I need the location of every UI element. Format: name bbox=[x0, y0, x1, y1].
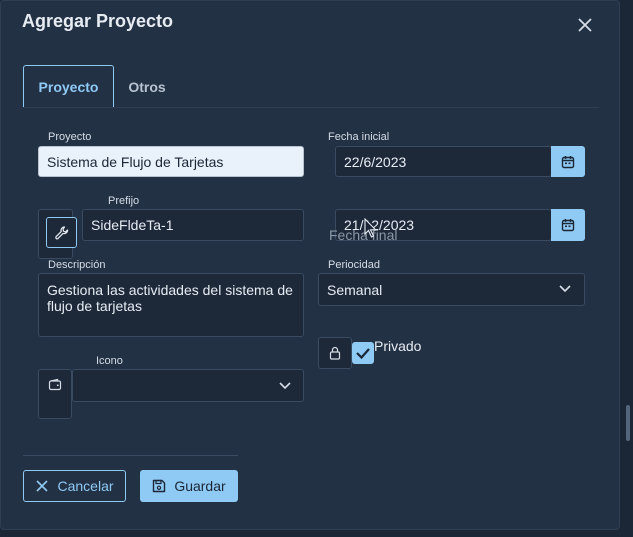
project-input[interactable]: Sistema de Flujo de Tarjetas bbox=[38, 146, 304, 177]
close-icon bbox=[578, 18, 592, 32]
close-icon bbox=[36, 480, 49, 492]
icon-label: Icono bbox=[96, 355, 123, 367]
calendar-icon bbox=[561, 155, 575, 168]
description-textarea[interactable]: Gestiona las actividades del sistema de … bbox=[38, 273, 304, 337]
start-date-label: Fecha inicial bbox=[328, 131, 390, 143]
periodicity-value: Semanal bbox=[327, 281, 383, 298]
scrollbar-thumb[interactable] bbox=[626, 405, 630, 441]
save-label: Guardar bbox=[174, 478, 226, 494]
prefix-tool-button[interactable] bbox=[46, 217, 77, 248]
prefix-input[interactable]: SideFldeTa-1 bbox=[82, 209, 304, 241]
chevron-down-icon bbox=[279, 382, 291, 390]
save-button[interactable]: Guardar bbox=[140, 470, 238, 502]
tab-divider bbox=[23, 107, 599, 108]
cancel-button[interactable]: Cancelar bbox=[23, 470, 126, 502]
calendar-icon bbox=[561, 219, 575, 232]
footer-divider bbox=[23, 455, 238, 456]
end-date-picker-button[interactable] bbox=[551, 209, 585, 241]
close-button[interactable] bbox=[576, 16, 594, 34]
wrench-icon bbox=[54, 225, 68, 239]
tab-proyecto[interactable]: Proyecto bbox=[23, 65, 114, 108]
lock-icon-box bbox=[318, 337, 352, 369]
private-label: Privado bbox=[374, 338, 422, 354]
private-checkbox[interactable] bbox=[352, 342, 374, 364]
lock-icon bbox=[329, 346, 341, 360]
icon-select[interactable] bbox=[72, 369, 304, 402]
prefix-label: Prefijo bbox=[108, 195, 140, 207]
start-date-picker-button[interactable] bbox=[551, 146, 585, 177]
dialog-title: Agregar Proyecto bbox=[22, 11, 174, 31]
mouse-cursor-icon bbox=[364, 218, 377, 238]
tab-otros[interactable]: Otros bbox=[114, 65, 180, 108]
start-date-input[interactable]: 22/6/2023 bbox=[335, 146, 552, 177]
periodicity-select[interactable]: Semanal bbox=[318, 273, 585, 306]
icon-box bbox=[38, 369, 72, 419]
project-label: Proyecto bbox=[48, 131, 92, 143]
description-label: Descripción bbox=[48, 259, 106, 271]
wallet-icon bbox=[48, 378, 62, 391]
cancel-label: Cancelar bbox=[57, 478, 114, 494]
save-icon bbox=[153, 479, 166, 493]
periodicity-label: Periocidad bbox=[328, 259, 380, 271]
check-icon bbox=[356, 348, 370, 360]
chevron-down-icon bbox=[559, 285, 571, 293]
